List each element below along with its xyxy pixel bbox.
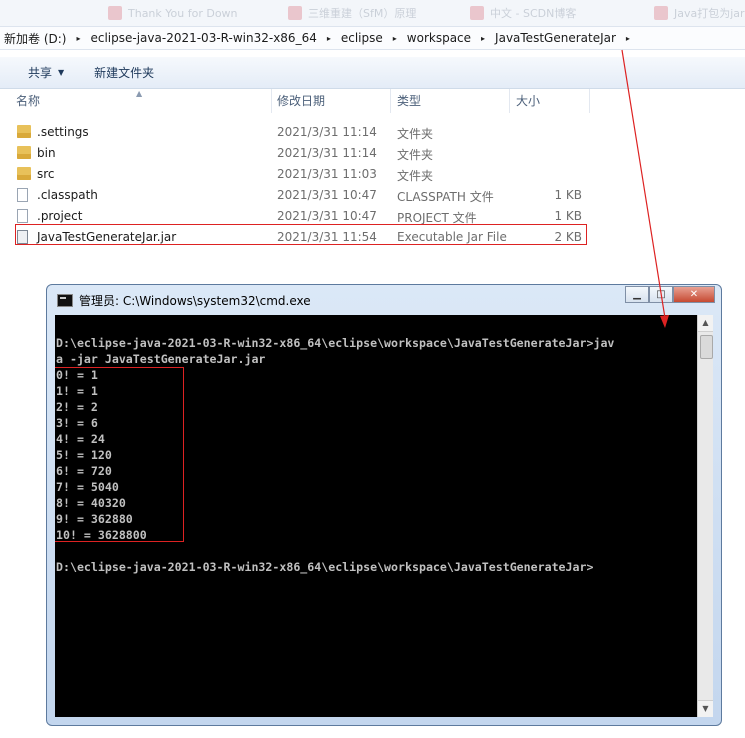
console-icon <box>57 294 73 307</box>
explorer-toolbar: 共享 ▼ 新建文件夹 <box>0 57 745 89</box>
maximize-button[interactable]: □ <box>649 286 673 303</box>
file-name: .project <box>37 209 83 223</box>
file-type: 文件夹 <box>397 169 434 183</box>
breadcrumb-label: workspace <box>406 31 472 45</box>
tab-label: 中文 - SCDN博客 <box>490 7 577 20</box>
file-size: 1 KB <box>554 209 582 223</box>
breadcrumb-item[interactable]: JavaTestGenerateJar ▸ <box>485 31 630 45</box>
column-header-modified[interactable]: 修改日期 <box>271 89 391 113</box>
tab-label: Java打包为jar文件 <box>674 7 745 20</box>
breadcrumb-item[interactable]: workspace ▸ <box>397 31 485 45</box>
file-type: 文件夹 <box>397 127 434 141</box>
breadcrumb-label: 新加卷 (D:) <box>4 31 67 46</box>
column-header-label: 修改日期 <box>277 94 326 108</box>
column-header-label: 类型 <box>397 94 422 108</box>
console-area[interactable]: D:\eclipse-java-2021-03-R-win32-x86_64\e… <box>55 315 713 717</box>
cmd-title: 管理员: C:\Windows\system32\cmd.exe <box>79 294 311 308</box>
file-row[interactable]: bin 2021/3/31 11:14 文件夹 <box>0 143 600 164</box>
file-name: .classpath <box>37 188 98 202</box>
tab-label: 三维重建（SfM）原理 <box>308 7 417 20</box>
cmd-window[interactable]: 管理员: C:\Windows\system32\cmd.exe ▁ □ ✕ D… <box>46 284 722 726</box>
breadcrumb-item[interactable]: 新加卷 (D:) ▸ <box>0 30 80 47</box>
chevron-down-icon: ▼ <box>58 68 65 77</box>
folder-icon <box>17 125 31 141</box>
file-row[interactable]: src 2021/3/31 11:03 文件夹 <box>0 164 600 185</box>
breadcrumb-arrow-icon[interactable]: ▸ <box>626 34 630 43</box>
file-type: 文件夹 <box>397 148 434 162</box>
background-tab-strip: Thank You for Down 三维重建（SfM）原理 中文 - SCDN… <box>0 0 745 26</box>
breadcrumb-label: JavaTestGenerateJar <box>495 31 616 45</box>
breadcrumb-item[interactable]: eclipse ▸ <box>331 31 397 45</box>
minimize-button[interactable]: ▁ <box>625 286 649 303</box>
breadcrumb-label: eclipse-java-2021-03-R-win32-x86_64 <box>90 31 317 45</box>
scroll-down-icon[interactable]: ▼ <box>698 700 713 717</box>
folder-icon <box>17 146 31 162</box>
scroll-up-icon[interactable]: ▲ <box>698 315 713 332</box>
file-modified: 2021/3/31 11:14 <box>277 125 377 139</box>
jar-highlight-box <box>15 224 587 245</box>
scroll-thumb[interactable] <box>700 335 713 359</box>
breadcrumb-item[interactable]: eclipse-java-2021-03-R-win32-x86_64 ▸ <box>80 31 330 45</box>
window-controls: ▁ □ ✕ <box>625 286 715 303</box>
file-size: 1 KB <box>554 188 582 202</box>
file-modified: 2021/3/31 10:47 <box>277 209 377 223</box>
tab-favicon-icon <box>288 6 302 20</box>
share-button[interactable]: 共享 ▼ <box>0 64 78 81</box>
cmd-title-bar[interactable]: 管理员: C:\Windows\system32\cmd.exe <box>57 292 311 309</box>
file-name: .settings <box>37 125 89 139</box>
vertical-scrollbar[interactable]: ▲ ▼ <box>697 315 713 717</box>
column-header-label: 名称 <box>16 94 41 108</box>
file-row[interactable]: .classpath 2021/3/31 10:47 CLASSPATH 文件 … <box>0 185 600 206</box>
file-name: bin <box>37 146 56 160</box>
file-modified: 2021/3/31 11:03 <box>277 167 377 181</box>
close-button[interactable]: ✕ <box>673 286 715 303</box>
column-header-label: 大小 <box>516 94 541 108</box>
output-highlight-box <box>55 367 184 542</box>
file-modified: 2021/3/31 10:47 <box>277 188 377 202</box>
new-folder-label: 新建文件夹 <box>94 66 155 80</box>
browser-tab[interactable]: 三维重建（SfM）原理 <box>288 6 416 20</box>
tab-label: Thank You for Down <box>128 6 238 20</box>
column-header-name[interactable]: 名称 <box>10 89 272 113</box>
file-icon <box>17 188 28 205</box>
browser-tab[interactable]: 中文 - SCDN博客 <box>470 6 576 20</box>
column-header-size[interactable]: 大小 <box>510 89 590 113</box>
folder-icon <box>17 167 31 183</box>
column-header-row: ▲ 名称 修改日期 类型 大小 <box>0 89 590 113</box>
browser-tab[interactable]: Java打包为jar文件 <box>654 6 745 20</box>
breadcrumb-label: eclipse <box>340 31 383 45</box>
file-type: CLASSPATH 文件 <box>397 190 494 204</box>
column-header-type[interactable]: 类型 <box>391 89 510 113</box>
share-label: 共享 <box>28 66 53 80</box>
file-name: src <box>37 167 55 181</box>
new-folder-button[interactable]: 新建文件夹 <box>78 64 168 81</box>
browser-tab[interactable]: Thank You for Down <box>108 6 238 20</box>
file-row[interactable]: .settings 2021/3/31 11:14 文件夹 <box>0 122 600 143</box>
file-modified: 2021/3/31 11:14 <box>277 146 377 160</box>
tab-favicon-icon <box>470 6 484 20</box>
tab-favicon-icon <box>654 6 668 20</box>
address-bar[interactable]: 新加卷 (D:) ▸ eclipse-java-2021-03-R-win32-… <box>0 26 745 50</box>
tab-favicon-icon <box>108 6 122 20</box>
